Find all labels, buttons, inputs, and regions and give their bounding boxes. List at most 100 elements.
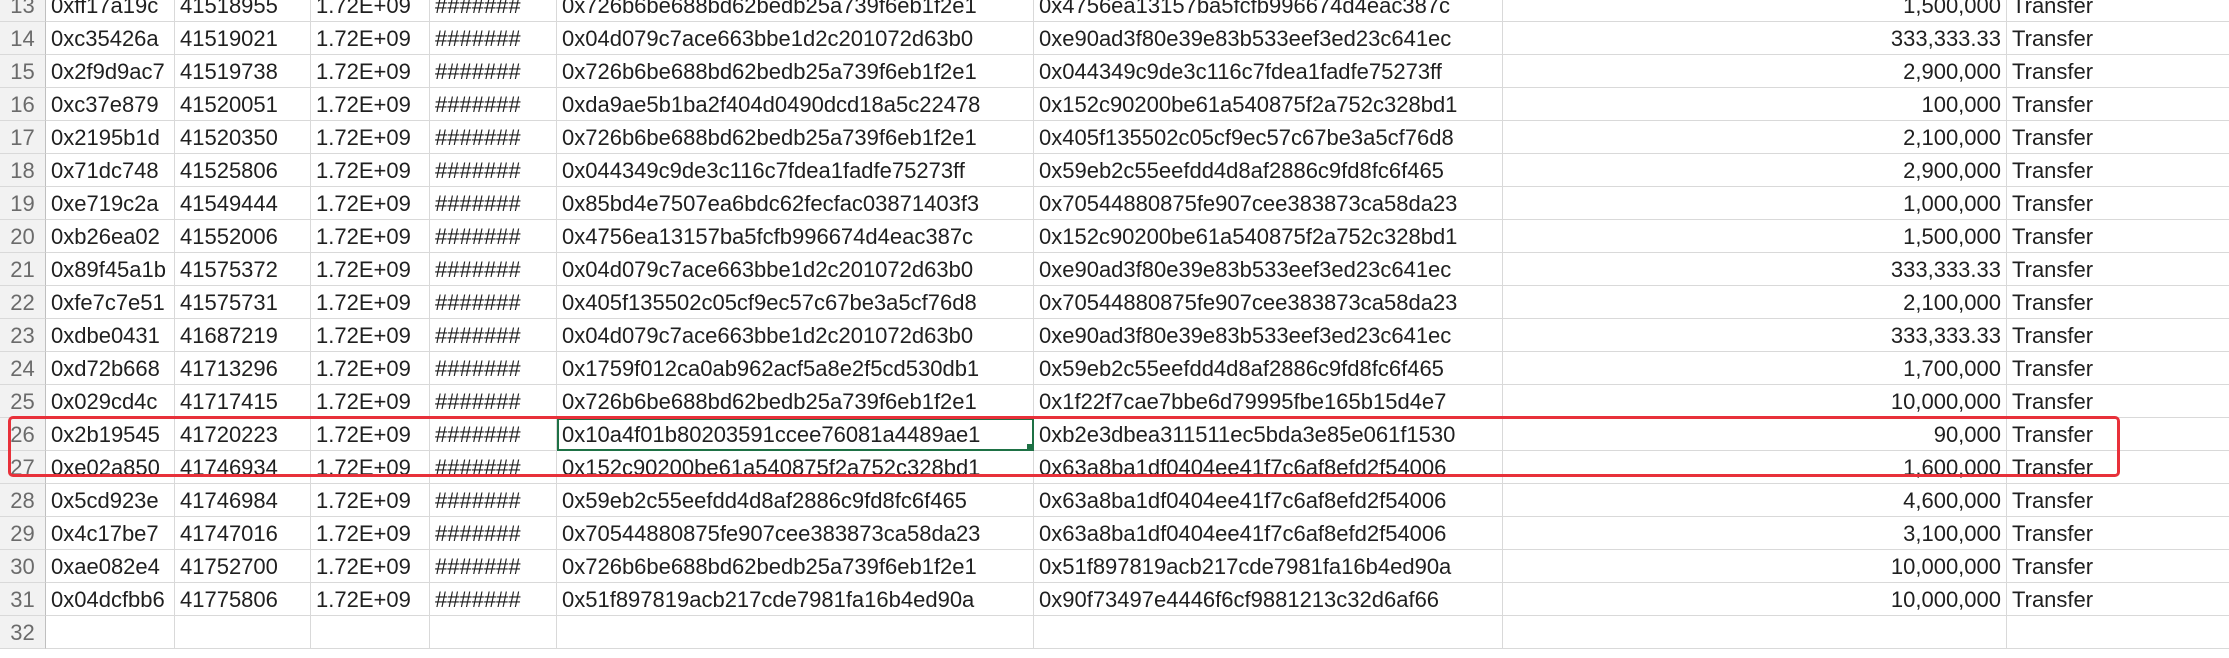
cell-datetime[interactable]: ####### <box>430 418 557 451</box>
cell-block-number[interactable]: 41720223 <box>175 418 311 451</box>
cell-block-number[interactable]: 41687219 <box>175 319 311 352</box>
cell-timestamp[interactable]: 1.72E+09 <box>311 583 430 616</box>
cell-from-address[interactable]: 0x726b6be688bd62bedb25a739f6eb1f2e1 <box>557 385 1034 418</box>
cell-block-number[interactable]: 41717415 <box>175 385 311 418</box>
cell-from-address[interactable]: 0xda9ae5b1ba2f404d0490dcd18a5c22478 <box>557 88 1034 121</box>
cell-tx-hash[interactable]: 0x2195b1d <box>46 121 175 154</box>
cell-from-address[interactable]: 0x726b6be688bd62bedb25a739f6eb1f2e1 <box>557 550 1034 583</box>
cell-timestamp[interactable]: 1.72E+09 <box>311 22 430 55</box>
cell-method[interactable]: Transfer <box>2007 55 2229 88</box>
cell-tx-hash[interactable]: 0xb26ea02 <box>46 220 175 253</box>
cell-to-address[interactable]: 0xe90ad3f80e39e83b533eef3ed23c641ec <box>1034 22 1503 55</box>
cell-timestamp[interactable]: 1.72E+09 <box>311 286 430 319</box>
cell-amount[interactable]: 90,000 <box>1503 418 2007 451</box>
row-header[interactable]: 28 <box>0 484 46 517</box>
cell-method[interactable]: Transfer <box>2007 517 2229 550</box>
cell-datetime[interactable]: ####### <box>430 220 557 253</box>
cell-datetime[interactable]: ####### <box>430 484 557 517</box>
cell-amount[interactable]: 1,600,000 <box>1503 451 2007 484</box>
cell-from-address[interactable]: 0x04d079c7ace663bbe1d2c201072d63b0 <box>557 253 1034 286</box>
cell-method[interactable]: Transfer <box>2007 319 2229 352</box>
cell-block-number[interactable]: 41520051 <box>175 88 311 121</box>
cell-to-address[interactable]: 0x63a8ba1df0404ee41f7c6af8efd2f54006 <box>1034 451 1503 484</box>
cell-from-address[interactable]: 0x10a4f01b80203591ccee76081a4489ae1 <box>557 418 1034 451</box>
cell-method[interactable]: Transfer <box>2007 88 2229 121</box>
row-header[interactable]: 30 <box>0 550 46 583</box>
cell-datetime[interactable]: ####### <box>430 319 557 352</box>
cell-amount[interactable]: 4,600,000 <box>1503 484 2007 517</box>
cell-timestamp[interactable]: 1.72E+09 <box>311 0 430 22</box>
cell-timestamp[interactable]: 1.72E+09 <box>311 253 430 286</box>
cell-to-address[interactable]: 0x63a8ba1df0404ee41f7c6af8efd2f54006 <box>1034 517 1503 550</box>
cell-block-number[interactable]: 41552006 <box>175 220 311 253</box>
cell-to-address[interactable]: 0x1f22f7cae7bbe6d79995fbe165b15d4e7 <box>1034 385 1503 418</box>
cell-from-address[interactable]: 0x405f135502c05cf9ec57c67be3a5cf76d8 <box>557 286 1034 319</box>
cell-block-number[interactable]: 41752700 <box>175 550 311 583</box>
cell-to-address[interactable]: 0x63a8ba1df0404ee41f7c6af8efd2f54006 <box>1034 484 1503 517</box>
row-header[interactable]: 26 <box>0 418 46 451</box>
cell-tx-hash[interactable]: 0xd72b668 <box>46 352 175 385</box>
cell-method[interactable]: Transfer <box>2007 22 2229 55</box>
cell-method[interactable]: Transfer <box>2007 451 2229 484</box>
cell-tx-hash[interactable]: 0x5cd923e <box>46 484 175 517</box>
cell-block-number[interactable]: 41519021 <box>175 22 311 55</box>
cell-amount[interactable]: 10,000,000 <box>1503 583 2007 616</box>
cell-tx-hash[interactable]: 0x89f45a1b <box>46 253 175 286</box>
cell-timestamp[interactable]: 1.72E+09 <box>311 451 430 484</box>
cell-block-number[interactable]: 41746984 <box>175 484 311 517</box>
cell-timestamp[interactable]: 1.72E+09 <box>311 517 430 550</box>
row-header[interactable]: 22 <box>0 286 46 319</box>
cell-amount[interactable]: 1,000,000 <box>1503 187 2007 220</box>
cell-tx-hash[interactable]: 0xfe7c7e51 <box>46 286 175 319</box>
row-header[interactable]: 20 <box>0 220 46 253</box>
cell-block-number[interactable]: 41713296 <box>175 352 311 385</box>
cell-timestamp[interactable]: 1.72E+09 <box>311 220 430 253</box>
cell-datetime[interactable]: ####### <box>430 286 557 319</box>
cell-amount[interactable]: 333,333.33 <box>1503 319 2007 352</box>
cell-datetime[interactable]: ####### <box>430 0 557 22</box>
cell-to-address[interactable]: 0x70544880875fe907cee383873ca58da23 <box>1034 187 1503 220</box>
cell-datetime[interactable]: ####### <box>430 22 557 55</box>
cell-block-number[interactable] <box>175 616 311 649</box>
cell-to-address[interactable]: 0x59eb2c55eefdd4d8af2886c9fd8fc6f465 <box>1034 352 1503 385</box>
cell-from-address[interactable]: 0x726b6be688bd62bedb25a739f6eb1f2e1 <box>557 55 1034 88</box>
cell-method[interactable]: Transfer <box>2007 253 2229 286</box>
cell-datetime[interactable]: ####### <box>430 550 557 583</box>
row-header[interactable]: 32 <box>0 616 46 649</box>
cell-timestamp[interactable]: 1.72E+09 <box>311 319 430 352</box>
cell-timestamp[interactable]: 1.72E+09 <box>311 187 430 220</box>
cell-to-address[interactable]: 0xe90ad3f80e39e83b533eef3ed23c641ec <box>1034 253 1503 286</box>
row-header[interactable]: 31 <box>0 583 46 616</box>
cell-tx-hash[interactable]: 0xff17a19c <box>46 0 175 22</box>
cell-tx-hash[interactable]: 0xae082e4 <box>46 550 175 583</box>
cell-datetime[interactable]: ####### <box>430 187 557 220</box>
cell-from-address[interactable]: 0x59eb2c55eefdd4d8af2886c9fd8fc6f465 <box>557 484 1034 517</box>
cell-block-number[interactable]: 41519738 <box>175 55 311 88</box>
cell-timestamp[interactable]: 1.72E+09 <box>311 418 430 451</box>
cell-timestamp[interactable]: 1.72E+09 <box>311 352 430 385</box>
cell-tx-hash[interactable]: 0xdbe0431 <box>46 319 175 352</box>
cell-from-address[interactable]: 0x152c90200be61a540875f2a752c328bd1 <box>557 451 1034 484</box>
cell-block-number[interactable]: 41575372 <box>175 253 311 286</box>
cell-tx-hash[interactable]: 0xc37e879 <box>46 88 175 121</box>
cell-to-address[interactable]: 0xb2e3dbea311511ec5bda3e85e061f1530 <box>1034 418 1503 451</box>
cell-to-address[interactable]: 0x4756ea13157ba5fcfb996674d4eac387c <box>1034 0 1503 22</box>
cell-amount[interactable]: 2,100,000 <box>1503 286 2007 319</box>
cell-tx-hash[interactable]: 0x2f9d9ac7 <box>46 55 175 88</box>
cell-block-number[interactable]: 41525806 <box>175 154 311 187</box>
cell-method[interactable]: Transfer <box>2007 418 2229 451</box>
cell-to-address[interactable]: 0x59eb2c55eefdd4d8af2886c9fd8fc6f465 <box>1034 154 1503 187</box>
cell-amount[interactable]: 100,000 <box>1503 88 2007 121</box>
cell-tx-hash[interactable]: 0x71dc748 <box>46 154 175 187</box>
cell-from-address[interactable]: 0x04d079c7ace663bbe1d2c201072d63b0 <box>557 319 1034 352</box>
cell-from-address[interactable]: 0x51f897819acb217cde7981fa16b4ed90a <box>557 583 1034 616</box>
cell-method[interactable]: Transfer <box>2007 583 2229 616</box>
cell-method[interactable]: Transfer <box>2007 352 2229 385</box>
cell-amount[interactable]: 333,333.33 <box>1503 253 2007 286</box>
cell-amount[interactable]: 1,500,000 <box>1503 220 2007 253</box>
cell-from-address[interactable]: 0x726b6be688bd62bedb25a739f6eb1f2e1 <box>557 0 1034 22</box>
cell-method[interactable]: Transfer <box>2007 121 2229 154</box>
cell-block-number[interactable]: 41518955 <box>175 0 311 22</box>
row-header[interactable]: 23 <box>0 319 46 352</box>
cell-from-address[interactable]: 0x044349c9de3c116c7fdea1fadfe75273ff <box>557 154 1034 187</box>
